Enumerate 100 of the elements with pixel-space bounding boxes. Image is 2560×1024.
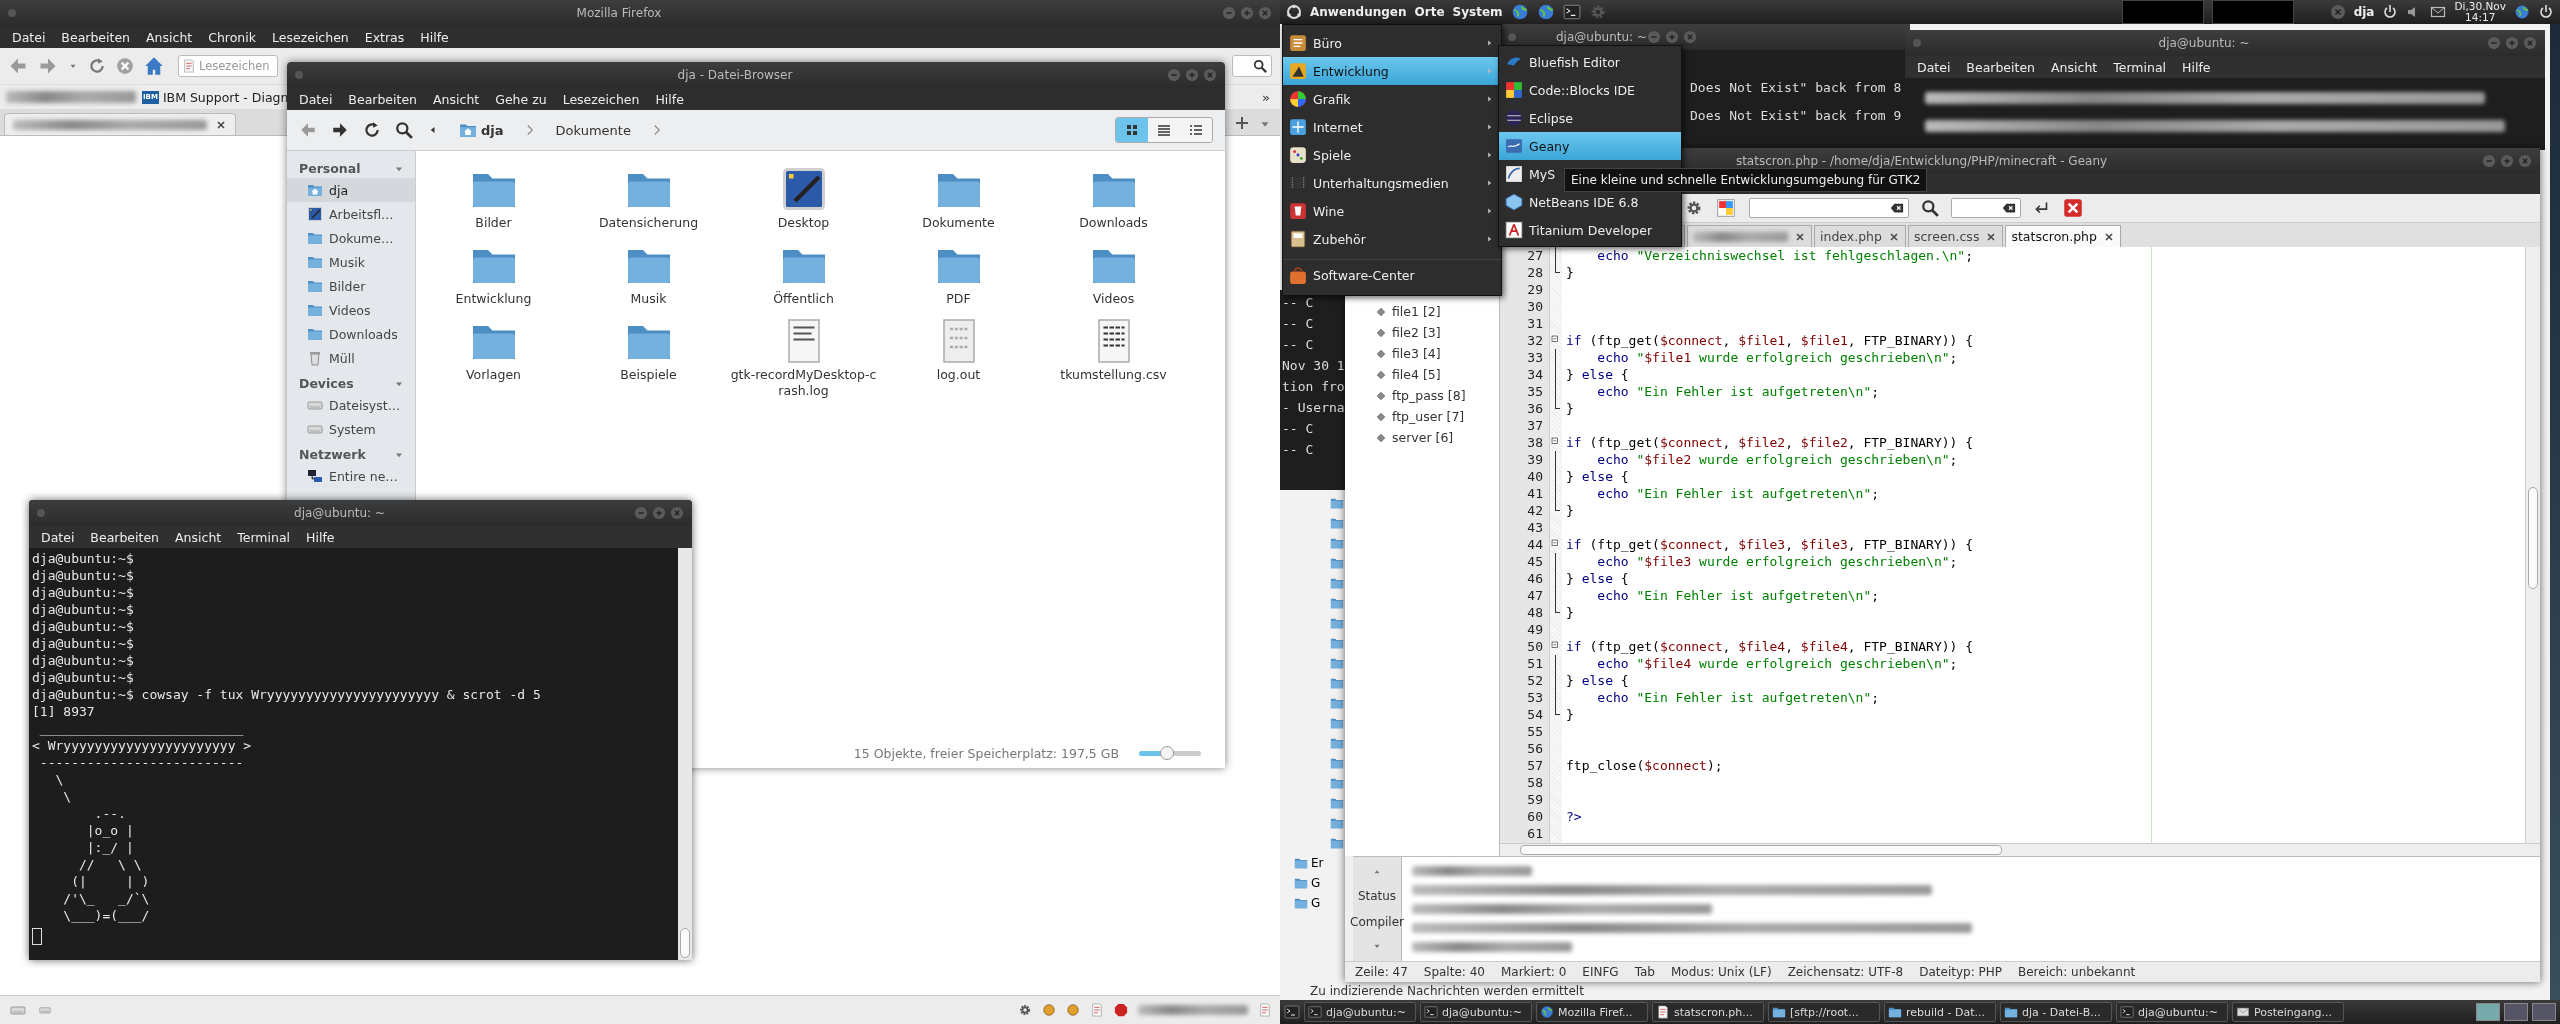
line-number: 56 [1526,740,1543,757]
window-title: dja@ubuntu: ~ [294,506,385,520]
code-line: echo "Ein Fehler ist aufgetreten\n"; [1596,588,1880,603]
line-number: 31 [1526,315,1543,332]
line-number: 48 [1526,604,1543,621]
code-line: } [1566,707,1574,722]
code-line: echo "Ein Fehler ist aufgetreten\n"; [1596,690,1880,705]
terminal-line: dja@ubuntu:~$ [32,669,134,686]
terminal-line: dja@ubuntu:~$ [32,652,134,669]
line-number: 35 [1526,383,1543,400]
code-line: } else { [1566,367,1629,382]
terminal-line: tion fro [1282,378,1346,395]
line-number: 54 [1526,706,1543,723]
terminal-line: |o_o | [85,822,134,839]
line-number: 55 [1526,723,1543,740]
terminal-line: dja@ubuntu:~$ [32,635,134,652]
line-number: 40 [1526,468,1543,485]
window-title: Mozilla Firefox [576,6,662,20]
code-line: echo "$file3 wurde erfolgreich geschrieben\n"; [1596,554,1958,569]
code-line: } [1566,503,1574,518]
terminal-line: -- C [1282,420,1315,437]
code-line: ftp_close($connect); [1566,758,1723,773]
line-number: 39 [1526,451,1543,468]
terminal-line: dja@ubuntu:~$ [32,550,134,567]
line-number: 61 [1526,825,1543,842]
status-text: 15 Objekte, freier Speicherplatz: 197,5 GB [853,745,1119,761]
status-field: Dateityp: PHP [1919,965,2002,979]
terminal-line: \ [54,771,64,788]
line-number: 34 [1526,366,1543,383]
code-line: echo "$file2 wurde erfolgreich geschrieben\n"; [1596,452,1958,467]
terminal-line: < Wryyyyyyyyyyyyyyyyyyyyyy > [32,737,252,754]
code-line: } else { [1566,673,1629,688]
code-line: } [1566,265,1574,280]
line-number: 47 [1526,587,1543,604]
status-field: EINFG [1582,965,1619,979]
terminal-line: -- C [1282,294,1315,311]
status-field: Spalte: 40 [1423,965,1485,979]
code-line: if (ftp_get($connect, $file3, $file3, FTP_BINARY)) { [1566,537,1974,552]
line-number: 49 [1526,621,1543,638]
line-number: 36 [1526,400,1543,417]
terminal-line: -------------------------- [38,754,244,771]
tooltip: Eine kleine und schnelle Entwicklungsumgebung für GTK2 [1564,168,1928,192]
terminal-line: -- C [1282,441,1315,458]
code-line: if (ftp_get($connect, $file4, $file4, FTP_BINARY)) { [1566,639,1974,654]
code-line: } else { [1566,571,1629,586]
terminal-line: // \ \ [77,856,142,873]
terminal-line: __________________________ [38,720,244,737]
terminal-line: Does Not Exist" back from 9 [1690,108,1903,125]
window-title: dja@ubuntu: ~ [1556,30,1647,44]
window-title: statscron.php - /home/dja/Entwicklung/PHP/minecraft - Geany [1735,154,2108,168]
code-line: } [1566,605,1574,620]
line-number: 53 [1526,689,1543,706]
terminal-line: Does Not Exist" back from 8 [1690,80,1903,97]
terminal-line: [1] 8937 [32,703,95,720]
section-heading: Netzwerk [299,447,366,462]
line-number: 37 [1526,417,1543,434]
terminal-line: -- C [1282,336,1315,353]
terminal-line: Nov 30 1 [1282,357,1346,374]
terminal-line: dja@ubuntu:~$ [32,601,134,618]
code-line: echo "Ein Fehler ist aufgetreten\n"; [1596,384,1880,399]
line-number: 42 [1526,502,1543,519]
line-number: 28 [1526,264,1543,281]
code-line: echo "$file1 wurde erfolgreich geschrieben\n"; [1596,350,1958,365]
terminal-line: /'\_ _/`\ [62,890,150,907]
line-number: 44 [1526,536,1543,553]
section-heading: Devices [299,376,354,391]
terminal-line: .--. [93,805,126,822]
line-number: 30 [1526,298,1543,315]
terminal-line: (| | ) [70,873,150,890]
code-line: } [1566,401,1574,416]
status-field: Zeichensatz: UTF-8 [1787,965,1904,979]
section-heading: Personal [299,161,361,176]
line-number: 45 [1526,553,1543,570]
window-title: dja - Datei-Browser [677,68,793,82]
status-field: Modus: Unix (LF) [1671,965,1772,979]
line-number: 27 [1526,247,1543,264]
terminal-line: dja@ubuntu:~$ [32,584,134,601]
terminal-line: - Userna [1282,399,1346,416]
line-number: 57 [1526,757,1543,774]
terminal-line: dja@ubuntu:~$ cowsay -f tux Wryyyyyyyyyyyyyyyyyyyyyy & scrot -d 5 [32,686,541,703]
code-line: ?> [1566,809,1582,824]
status-field: Zeile: 47 [1355,965,1408,979]
code-line: echo "$file4 wurde erfolgreich geschrieben\n"; [1596,656,1958,671]
line-number: 46 [1526,570,1543,587]
terminal-line: dja@ubuntu:~$ [32,618,134,635]
line-number: 50 [1526,638,1543,655]
window-title: dja@ubuntu: ~ [2158,36,2250,50]
terminal-line: |:_/ | [85,839,134,856]
code-line: echo "Ein Fehler ist aufgetreten\n"; [1596,486,1880,501]
terminal-line: \___)=(___/ [62,907,150,924]
line-number: 33 [1526,349,1543,366]
terminal-line: -- C [1282,315,1315,332]
terminal-line: dja@ubuntu:~$ [32,567,134,584]
terminal-line: \ [62,788,72,805]
code-line: } else { [1566,469,1629,484]
status-field: Bereich: unbekannt [2018,965,2136,979]
code-line: echo "Verzeichniswechsel ist fehlgeschlagen.\n"; [1596,248,1973,263]
line-number: 58 [1526,774,1543,791]
code-line: if (ftp_get($connect, $file2, $file2, FTP_BINARY)) { [1566,435,1974,450]
status-field: Markiert: 0 [1500,965,1567,979]
